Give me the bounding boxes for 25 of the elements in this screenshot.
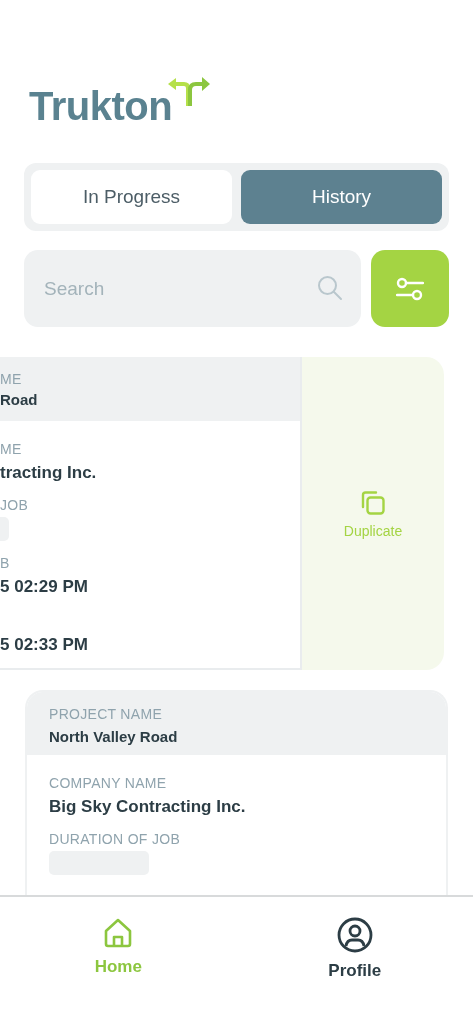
field-label: COMPANY NAME [49,775,167,791]
field-label: ME [0,370,23,387]
filter-button[interactable] [371,250,449,327]
field-label: PROJECT NAME [49,706,164,722]
field-value: 5 02:33 PM [0,635,88,655]
tab[interactable]: History [241,170,442,224]
search-field[interactable]: Search [24,250,361,327]
nav-tab[interactable]: Profile [236,897,473,1024]
profile-icon [336,917,373,953]
tab[interactable]: In Progress [31,170,232,224]
field-label: B [0,555,10,571]
field-label: DURATION OF JOB [49,831,181,847]
field-label: ME [0,441,22,457]
copy-icon [359,488,387,517]
field-label: JOB [0,497,29,513]
project-name: Road [0,390,39,408]
logo-text: Trukton [29,86,173,126]
job-card[interactable]: PROJECT NAME North Valley Road COMPANY NAME Big Sky Contracting Inc. DURATION OF JOB [25,690,448,895]
search-icon [317,275,343,301]
sliders-icon [396,275,424,302]
job-card[interactable]: ME Road ME tracting Inc. JOB B 5 02:29 PM 5 02:33 PM [0,357,302,670]
field-value: Big Sky Contracting Inc. [49,797,246,817]
field-value: 5 02:29 PM [0,577,88,597]
field-value: tracting Inc. [0,463,97,483]
project-name: North Valley Road [49,728,179,745]
